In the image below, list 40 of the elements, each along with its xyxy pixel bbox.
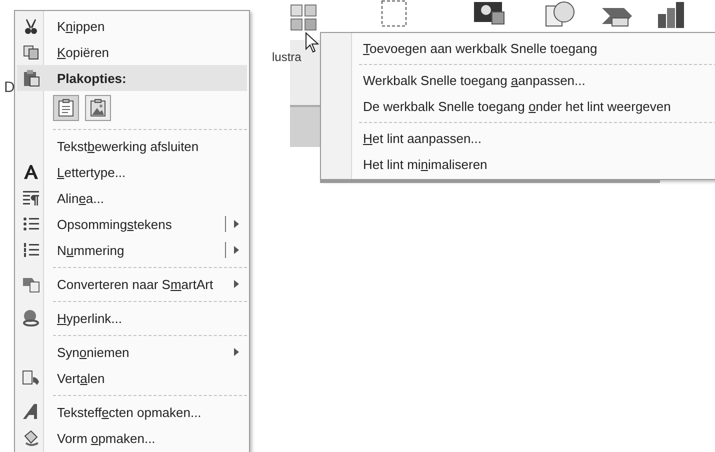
menu-item[interactable]: De werkbalk Snelle toegang onder het lint weergeven xyxy=(323,93,715,119)
menu-item[interactable]: Het lint aanpassen... xyxy=(323,125,715,151)
background-text: D xyxy=(4,79,15,96)
menu-item[interactable]: Alinea... xyxy=(17,185,247,211)
menu-item[interactable]: Opsommingstekens xyxy=(17,211,247,237)
menu-item[interactable]: Het lint minimaliseren xyxy=(323,151,715,177)
menu-section-header: Plakopties: xyxy=(17,65,247,91)
menu-item[interactable]: Teksteffecten opmaken... xyxy=(17,399,247,425)
menu-item[interactable]: Lettertype... xyxy=(17,159,247,185)
submenu-arrow-icon xyxy=(234,280,239,288)
menu-item[interactable]: Nummering xyxy=(17,237,247,263)
text-effects-icon xyxy=(22,403,40,421)
scissors-icon xyxy=(22,17,40,35)
ribbon-bar xyxy=(290,105,320,147)
menu-item[interactable]: Knippen xyxy=(17,13,247,39)
paste-option-button[interactable] xyxy=(53,95,79,121)
paragraph-icon xyxy=(22,189,40,207)
menu-item[interactable]: Tekstbewerking afsluiten xyxy=(17,133,247,159)
menu-item[interactable]: Kopiëren xyxy=(17,39,247,65)
menu-item[interactable]: Werkbalk Snelle toegang aanpassen... xyxy=(323,67,715,93)
submenu-arrow-icon xyxy=(234,246,239,254)
menu-item[interactable]: Synoniemen xyxy=(17,339,247,365)
numbered-list-icon xyxy=(22,241,40,259)
smartart-icon xyxy=(22,275,40,293)
menu-item[interactable]: Hyperlink... xyxy=(17,305,247,331)
paste-option-button[interactable] xyxy=(85,95,111,121)
menu-item[interactable]: Vorm opmaken... xyxy=(17,425,247,451)
bullet-list-icon xyxy=(22,215,40,233)
menu-item[interactable]: Vertalen xyxy=(17,365,247,391)
image-icon xyxy=(90,99,106,117)
menu-item[interactable]: Converteren naar SmartArt xyxy=(17,271,247,297)
font-icon xyxy=(22,163,40,181)
ribbon-group-label: lustra xyxy=(272,50,302,64)
submenu-arrow-icon xyxy=(234,348,239,356)
submenu-arrow-icon xyxy=(234,220,239,228)
clipboard-icon xyxy=(58,99,74,117)
picture-icon[interactable] xyxy=(472,0,506,26)
copy-icon xyxy=(22,43,40,61)
clipboard-icon xyxy=(22,69,40,87)
menu-item[interactable]: Toevoegen aan werkbalk Snelle toegang xyxy=(323,35,715,61)
